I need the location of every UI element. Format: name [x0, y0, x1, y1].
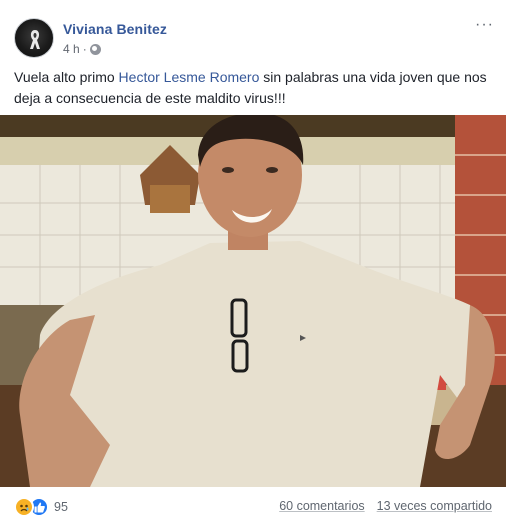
author-name[interactable]: Viviana Benitez — [63, 21, 167, 37]
author-avatar[interactable] — [14, 18, 54, 58]
reaction-count: 95 — [54, 500, 68, 514]
post-meta: 4 h · — [63, 42, 101, 56]
engagement-stats: 60 comentarios 13 veces compartido — [279, 499, 492, 513]
globe-icon — [89, 43, 101, 55]
mourning-ribbon-icon — [30, 30, 40, 49]
post-photo[interactable] — [0, 115, 506, 487]
mention-link[interactable]: Hector Lesme Romero — [119, 69, 260, 85]
comments-link[interactable]: 60 comentarios — [279, 499, 364, 513]
sad-reaction-icon — [14, 497, 34, 517]
more-options-button[interactable]: ··· — [475, 17, 494, 33]
post-text: Vuela alto primo Hector Lesme Romero sin… — [14, 67, 492, 109]
post-footer: 95 60 comentarios 13 veces compartido — [14, 494, 492, 520]
post-photo-image — [0, 115, 506, 487]
post-text-start: Vuela alto primo — [14, 69, 119, 85]
reactions-summary[interactable]: 95 — [14, 497, 68, 517]
shares-link[interactable]: 13 veces compartido — [377, 499, 492, 513]
facebook-post: Viviana Benitez 4 h · ··· Vuela alto pri… — [0, 0, 506, 532]
thumbs-up-glyph — [34, 502, 45, 512]
post-header: Viviana Benitez 4 h · ··· — [14, 17, 494, 60]
meta-separator: · — [82, 42, 87, 56]
post-time[interactable]: 4 h — [63, 42, 80, 56]
sad-face-glyph — [20, 504, 29, 512]
